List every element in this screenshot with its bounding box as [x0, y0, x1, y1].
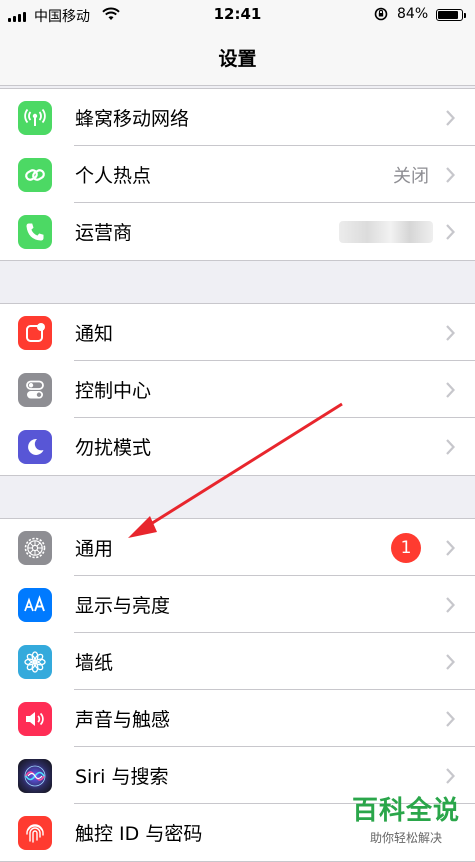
- speaker-icon: [18, 702, 52, 736]
- settings-row-label: 通知: [75, 323, 114, 345]
- settings-row-notifications[interactable]: 通知: [0, 304, 475, 361]
- settings-row-label: 墙纸: [75, 652, 114, 674]
- battery-icon: [436, 9, 466, 21]
- settings-row-label: 勿扰模式: [75, 437, 152, 459]
- chevron-right-icon: [446, 382, 455, 398]
- settings-row-hotspot[interactable]: 个人热点 关闭: [0, 146, 475, 203]
- chevron-right-icon: [446, 597, 455, 613]
- settings-row-label: 蜂窝移动网络: [75, 108, 190, 130]
- watermark-subtitle: 助你轻松解决: [369, 831, 442, 845]
- rotation-lock-icon: [374, 7, 388, 21]
- cellular-antenna-icon: [18, 101, 52, 135]
- notification-icon: [18, 316, 52, 350]
- update-badge: 1: [391, 533, 421, 563]
- chevron-right-icon: [446, 768, 455, 784]
- chevron-right-icon: [446, 711, 455, 727]
- settings-row-control-center[interactable]: 控制中心: [0, 361, 475, 418]
- settings-row-cellular[interactable]: 蜂窝移动网络: [0, 89, 475, 146]
- chevron-right-icon: [446, 110, 455, 126]
- flower-icon: [18, 645, 52, 679]
- chevron-right-icon: [446, 224, 455, 240]
- settings-row-label: 个人热点: [75, 165, 152, 187]
- settings-row-label: 运营商: [75, 222, 133, 244]
- settings-row-wallpaper[interactable]: 墙纸: [0, 633, 475, 690]
- settings-row-do-not-disturb[interactable]: 勿扰模式: [0, 418, 475, 475]
- settings-row-label: 通用: [75, 538, 114, 560]
- chevron-right-icon: [446, 325, 455, 341]
- settings-group-notifications: 通知 控制中心 勿扰模式: [0, 303, 475, 476]
- chevron-right-icon: [446, 540, 455, 556]
- status-bar: 中国移动 12:41 84%: [0, 0, 475, 30]
- chevron-right-icon: [446, 167, 455, 183]
- carrier-value-redacted: [339, 221, 433, 243]
- gear-icon: [18, 531, 52, 565]
- settings-row-carrier[interactable]: 运营商: [0, 203, 475, 260]
- siri-icon: [18, 759, 52, 793]
- settings-row-label: 声音与触感: [75, 709, 171, 731]
- settings-row-display-brightness[interactable]: 显示与亮度: [0, 576, 475, 633]
- navigation-bar: 设置: [0, 30, 475, 86]
- moon-icon: [18, 430, 52, 464]
- settings-row-label: 触控 ID 与密码: [75, 823, 203, 845]
- battery-percent: 84%: [397, 6, 429, 22]
- toggles-icon: [18, 373, 52, 407]
- text-size-icon: [18, 588, 52, 622]
- phone-icon: [18, 215, 52, 249]
- hotspot-link-icon: [18, 158, 52, 192]
- chevron-right-icon: [446, 654, 455, 670]
- settings-row-label: Siri 与搜索: [75, 766, 169, 788]
- page-title: 设置: [218, 48, 257, 70]
- chevron-right-icon: [446, 439, 455, 455]
- hotspot-status-value: 关闭: [393, 166, 429, 187]
- fingerprint-icon: [18, 816, 52, 850]
- settings-row-sounds-haptics[interactable]: 声音与触感: [0, 690, 475, 747]
- settings-row-label: 控制中心: [75, 380, 152, 402]
- settings-row-general[interactable]: 通用 1: [0, 519, 475, 576]
- watermark-title: 百科全说: [351, 796, 460, 826]
- watermark: 百科全说 助你轻松解决: [346, 790, 466, 846]
- settings-group-network: 蜂窝移动网络 个人热点 关闭 运营商: [0, 88, 475, 261]
- settings-row-label: 显示与亮度: [75, 595, 171, 617]
